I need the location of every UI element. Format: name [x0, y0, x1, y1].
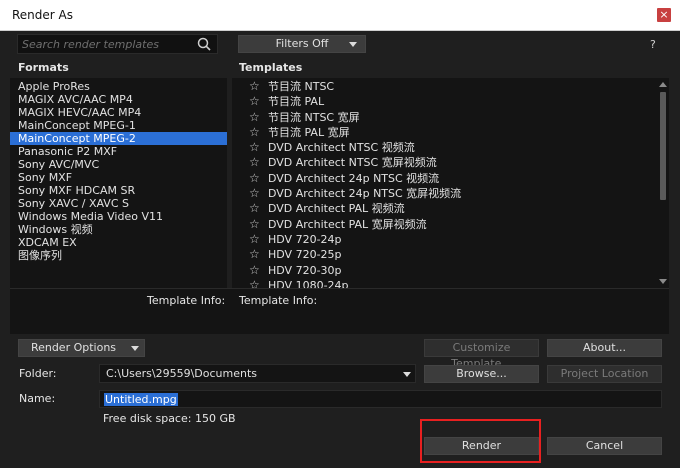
cancel-button[interactable]: Cancel — [547, 437, 662, 455]
filters-label: Filters Off — [275, 37, 329, 50]
search-input[interactable] — [22, 37, 192, 51]
chevron-down-icon — [131, 346, 139, 351]
help-button[interactable]: ? — [650, 38, 656, 51]
template-label: 节目流 NTSC 宽屏 — [268, 110, 360, 124]
close-button[interactable]: × — [657, 8, 671, 22]
title-bar: Render As × — [0, 0, 680, 31]
template-item[interactable]: ☆ HDV 1080-24p — [232, 278, 669, 288]
star-icon[interactable]: ☆ — [249, 186, 260, 201]
template-item[interactable]: ☆ HDV 720-24p — [232, 232, 669, 247]
templates-scrollbar[interactable] — [657, 78, 669, 288]
template-label: DVD Architect 24p NTSC 宽屏视频流 — [268, 187, 462, 201]
template-item[interactable]: ☆ DVD Architect 24p NTSC 宽屏视频流 — [232, 186, 669, 201]
folder-value: C:\Users\29559\Documents — [106, 367, 258, 380]
star-icon[interactable]: ☆ — [249, 171, 260, 186]
template-info-label-right: Template Info: — [239, 294, 318, 307]
folder-combobox[interactable]: C:\Users\29559\Documents — [99, 364, 416, 383]
template-item[interactable]: ☆ 节目流 PAL — [232, 94, 669, 109]
free-disk-space: Free disk space: 150 GB — [103, 412, 236, 425]
search-box[interactable] — [17, 34, 218, 54]
project-location-button[interactable]: Project Location — [547, 365, 662, 383]
window-title: Render As — [12, 8, 73, 22]
render-as-dialog: Render As × Filters Off ? Formats Templa… — [0, 0, 680, 468]
template-info-label-left: Template Info: — [147, 294, 226, 307]
chevron-down-icon[interactable] — [403, 372, 411, 377]
format-item[interactable]: Sony MXF HDCAM SR — [10, 184, 227, 197]
format-item[interactable]: Sony XAVC / XAVC S — [10, 197, 227, 210]
scroll-down-icon[interactable] — [659, 279, 667, 284]
star-icon[interactable]: ☆ — [249, 201, 260, 216]
chevron-down-icon — [349, 42, 357, 47]
template-item[interactable]: ☆ 节目流 PAL 宽屏 — [232, 125, 669, 140]
scroll-up-icon[interactable] — [659, 82, 667, 87]
format-item[interactable]: Sony AVC/MVC — [10, 158, 227, 171]
name-input[interactable]: Untitled.mpg — [99, 390, 662, 408]
template-item[interactable]: ☆ 节目流 NTSC 宽屏 — [232, 110, 669, 125]
template-label: HDV 1080-24p — [268, 278, 349, 288]
template-label: HDV 720-25p — [268, 248, 342, 262]
template-item[interactable]: ☆ HDV 720-30p — [232, 263, 669, 278]
star-icon[interactable]: ☆ — [249, 232, 260, 247]
format-item[interactable]: Sony MXF — [10, 171, 227, 184]
formats-heading: Formats — [18, 61, 69, 74]
template-item[interactable]: ☆ DVD Architect PAL 视频流 — [232, 201, 669, 216]
template-label: HDV 720-30p — [268, 263, 342, 277]
star-icon[interactable]: ☆ — [249, 110, 260, 125]
star-icon[interactable]: ☆ — [249, 247, 260, 262]
browse-button[interactable]: Browse... — [424, 365, 539, 383]
star-icon[interactable]: ☆ — [249, 140, 260, 155]
format-item-selected[interactable]: MainConcept MPEG-2 — [10, 132, 227, 145]
about-button[interactable]: About... — [547, 339, 662, 357]
star-icon[interactable]: ☆ — [249, 217, 260, 232]
star-icon[interactable]: ☆ — [249, 155, 260, 170]
customize-template-button[interactable]: Customize Template... — [424, 339, 539, 370]
template-label: 节目流 PAL — [268, 95, 325, 109]
star-icon[interactable]: ☆ — [249, 79, 260, 94]
name-value: Untitled.mpg — [104, 393, 178, 406]
format-item[interactable]: XDCAM EX — [10, 236, 227, 249]
formats-list: Apple ProRes MAGIX AVC/AAC MP4 MAGIX HEV… — [10, 78, 227, 288]
template-item[interactable]: ☆ DVD Architect 24p NTSC 视频流 — [232, 171, 669, 186]
star-icon[interactable]: ☆ — [249, 263, 260, 278]
name-label: Name: — [19, 392, 56, 405]
star-icon[interactable]: ☆ — [249, 94, 260, 109]
template-label: 节目流 NTSC — [268, 80, 335, 93]
format-item[interactable]: MAGIX HEVC/AAC MP4 — [10, 106, 227, 119]
folder-label: Folder: — [19, 367, 57, 380]
star-icon[interactable]: ☆ — [249, 278, 260, 288]
format-item[interactable]: Panasonic P2 MXF — [10, 145, 227, 158]
render-options-label: Render Options — [30, 341, 117, 354]
templates-list: ☆ 节目流 NTSC ☆ 节目流 PAL ☆ 节目流 NTSC 宽屏 ☆ 节目流 PAL… — [232, 78, 669, 288]
format-item[interactable]: Windows 视频 — [10, 223, 227, 236]
templates-heading: Templates — [239, 61, 303, 74]
template-item[interactable]: ☆ DVD Architect NTSC 宽屏视频流 — [232, 155, 669, 170]
format-item[interactable]: MAGIX AVC/AAC MP4 — [10, 93, 227, 106]
template-label: 节目流 PAL 宽屏 — [268, 125, 350, 139]
format-item[interactable]: Apple ProRes — [10, 80, 227, 93]
format-item[interactable]: 图像序列 — [10, 249, 227, 262]
template-item[interactable]: ☆ HDV 720-25p — [232, 247, 669, 262]
filters-dropdown[interactable]: Filters Off — [238, 35, 366, 53]
star-icon[interactable]: ☆ — [249, 125, 260, 140]
format-item[interactable]: Windows Media Video V11 — [10, 210, 227, 223]
template-info-panel — [10, 288, 669, 334]
scroll-thumb[interactable] — [660, 92, 666, 200]
template-item[interactable]: ☆ DVD Architect PAL 宽屏视频流 — [232, 217, 669, 232]
template-label: DVD Architect PAL 视频流 — [268, 202, 405, 216]
template-label: DVD Architect NTSC 宽屏视频流 — [268, 156, 437, 170]
render-options-dropdown[interactable]: Render Options — [18, 339, 145, 357]
template-label: DVD Architect NTSC 视频流 — [268, 141, 415, 155]
search-icon[interactable] — [197, 37, 211, 54]
template-label: HDV 720-24p — [268, 232, 342, 246]
template-label: DVD Architect 24p NTSC 视频流 — [268, 171, 440, 185]
template-item[interactable]: ☆ DVD Architect NTSC 视频流 — [232, 140, 669, 155]
render-highlight-outline — [420, 419, 541, 463]
template-item[interactable]: ☆ 节目流 NTSC — [232, 79, 669, 94]
template-label: DVD Architect PAL 宽屏视频流 — [268, 217, 427, 231]
format-item[interactable]: MainConcept MPEG-1 — [10, 119, 227, 132]
